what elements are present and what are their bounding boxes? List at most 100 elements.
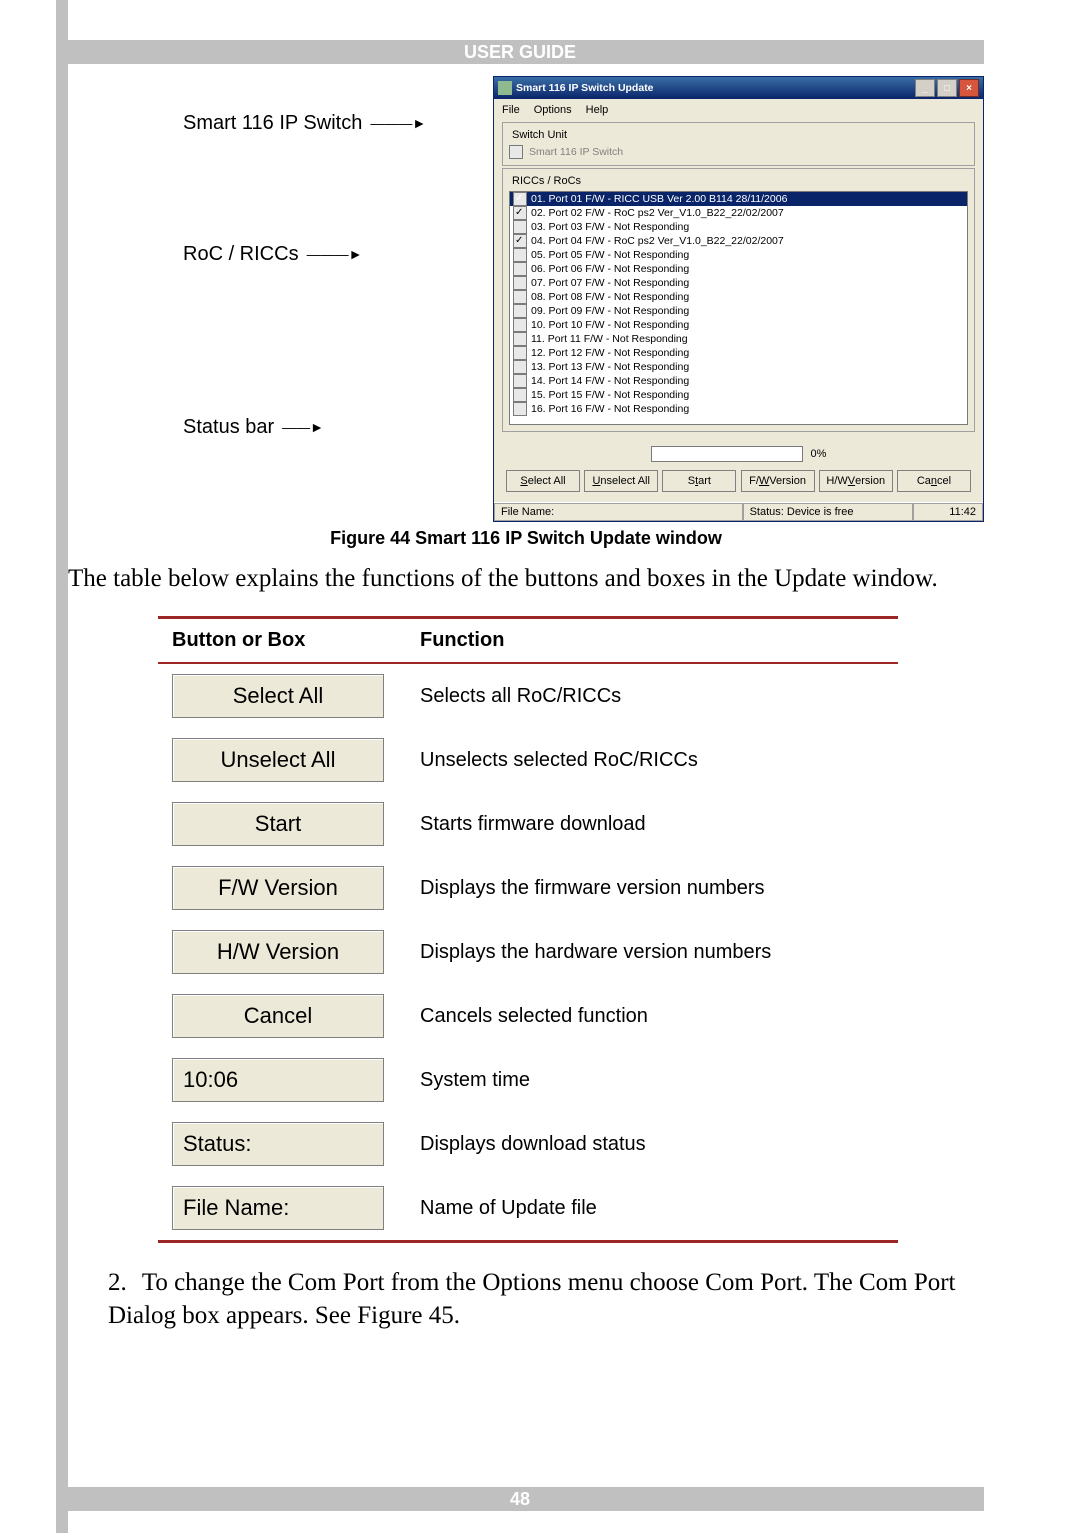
header-title: USER GUIDE (464, 42, 576, 63)
th-button: Button or Box (158, 618, 406, 664)
switch-unit-checkbox[interactable] (509, 145, 523, 159)
faux-button: Start (172, 802, 384, 846)
port-checkbox[interactable] (513, 318, 527, 332)
port-item[interactable]: 13. Port 13 F/W - Not Responding (510, 360, 967, 374)
left-margin-bar (56, 0, 68, 1533)
maximize-button[interactable]: □ (937, 79, 957, 97)
switch-unit-group: Switch Unit Smart 116 IP Switch (502, 122, 975, 166)
function-cell: Name of Update file (406, 1176, 898, 1242)
port-item[interactable]: 03. Port 03 F/W - Not Responding (510, 220, 967, 234)
port-checkbox[interactable] (513, 360, 527, 374)
port-text: 10. Port 10 F/W - Not Responding (531, 318, 689, 332)
port-checkbox[interactable] (513, 234, 527, 248)
menu-help[interactable]: Help (586, 104, 609, 116)
update-window: Smart 116 IP Switch Update _ □ × File Op… (493, 76, 984, 522)
port-item[interactable]: 12. Port 12 F/W - Not Responding (510, 346, 967, 360)
arrow-right-icon: ———► (370, 114, 426, 133)
hw-version-button[interactable]: H/W Version (819, 470, 893, 492)
menubar: File Options Help (502, 102, 975, 120)
progress-text: 0% (811, 448, 827, 460)
step-text: To change the Com Port from the Options … (108, 1269, 956, 1329)
port-listbox[interactable]: 01. Port 01 F/W - RICC USB Ver 2.00 B114… (509, 191, 968, 425)
port-checkbox[interactable] (513, 388, 527, 402)
port-checkbox[interactable] (513, 248, 527, 262)
port-checkbox[interactable] (513, 192, 527, 206)
port-checkbox[interactable] (513, 206, 527, 220)
status-text: Status: Device is free (743, 503, 913, 521)
menu-options[interactable]: Options (534, 104, 572, 116)
function-cell: System time (406, 1048, 898, 1112)
step-number: 2. (108, 1267, 136, 1300)
table-row: Select AllSelects all RoC/RICCs (158, 663, 898, 728)
port-item[interactable]: 10. Port 10 F/W - Not Responding (510, 318, 967, 332)
port-checkbox[interactable] (513, 346, 527, 360)
table-row: F/W VersionDisplays the firmware version… (158, 856, 898, 920)
window-title: Smart 116 IP Switch Update (516, 82, 654, 94)
port-checkbox[interactable] (513, 374, 527, 388)
port-checkbox[interactable] (513, 290, 527, 304)
table-row: H/W Version Displays the hardware version… (158, 920, 898, 984)
table-row: Unselect AllUnselects selected RoC/RICCs (158, 728, 898, 792)
label-smart-switch: Smart 116 IP Switch (183, 110, 362, 137)
port-item[interactable]: 07. Port 07 F/W - Not Responding (510, 276, 967, 290)
faux-button: F/W Version (172, 866, 384, 910)
port-item[interactable]: 06. Port 06 F/W - Not Responding (510, 262, 967, 276)
port-checkbox[interactable] (513, 402, 527, 416)
faux-button: Cancel (172, 994, 384, 1038)
table-row: File Name: Name of Update file (158, 1176, 898, 1242)
port-text: 16. Port 16 F/W - Not Responding (531, 402, 689, 416)
faux-button: H/W Version (172, 930, 384, 974)
explain-paragraph: The table below explains the functions o… (68, 563, 984, 594)
faux-field: File Name: (172, 1186, 384, 1230)
riccs-group: RICCs / RoCs 01. Port 01 F/W - RICC USB … (502, 168, 975, 432)
port-checkbox[interactable] (513, 304, 527, 318)
menu-file[interactable]: File (502, 104, 520, 116)
arrow-right-icon: ———► (307, 245, 363, 264)
port-text: 03. Port 03 F/W - Not Responding (531, 220, 689, 234)
unselect-all-button[interactable]: Unselect All (584, 470, 658, 492)
port-item[interactable]: 08. Port 08 F/W - Not Responding (510, 290, 967, 304)
port-item[interactable]: 02. Port 02 F/W - RoC ps2 Ver_V1.0_B22_2… (510, 206, 967, 220)
table-row: Status:Displays download status (158, 1112, 898, 1176)
table-row: Start Starts firmware download (158, 792, 898, 856)
faux-field: Status: (172, 1122, 384, 1166)
port-text: 13. Port 13 F/W - Not Responding (531, 360, 689, 374)
close-button[interactable]: × (959, 79, 979, 97)
port-item[interactable]: 09. Port 09 F/W - Not Responding (510, 304, 967, 318)
port-checkbox[interactable] (513, 220, 527, 234)
port-checkbox[interactable] (513, 332, 527, 346)
port-item[interactable]: 05. Port 05 F/W - Not Responding (510, 248, 967, 262)
cancel-button[interactable]: Cancel (897, 470, 971, 492)
titlebar[interactable]: Smart 116 IP Switch Update _ □ × (494, 77, 983, 99)
th-function: Function (406, 618, 898, 664)
function-cell: Displays the hardware version numbers (406, 920, 898, 984)
figure-caption: Figure 44 Smart 116 IP Switch Update win… (68, 528, 984, 549)
port-text: 14. Port 14 F/W - Not Responding (531, 374, 689, 388)
port-checkbox[interactable] (513, 262, 527, 276)
port-item[interactable]: 15. Port 15 F/W - Not Responding (510, 388, 967, 402)
function-cell: Selects all RoC/RICCs (406, 663, 898, 728)
port-text: 12. Port 12 F/W - Not Responding (531, 346, 689, 360)
start-button[interactable]: Start (662, 470, 736, 492)
header-bar: USER GUIDE (56, 40, 984, 64)
status-bar: File Name: Status: Device is free 11:42 (494, 502, 983, 521)
port-item[interactable]: 14. Port 14 F/W - Not Responding (510, 374, 967, 388)
function-cell: Starts firmware download (406, 792, 898, 856)
port-item[interactable]: 11. Port 11 F/W - Not Responding (510, 332, 967, 346)
port-text: 07. Port 07 F/W - Not Responding (531, 276, 689, 290)
port-text: 15. Port 15 F/W - Not Responding (531, 388, 689, 402)
footer-bar: 48 (56, 1487, 984, 1511)
port-item[interactable]: 01. Port 01 F/W - RICC USB Ver 2.00 B114… (510, 192, 967, 206)
faux-field: 10:06 (172, 1058, 384, 1102)
port-text: 05. Port 05 F/W - Not Responding (531, 248, 689, 262)
port-item[interactable]: 16. Port 16 F/W - Not Responding (510, 402, 967, 416)
button-function-table: Button or Box Function Select AllSelects… (158, 616, 898, 1243)
port-item[interactable]: 04. Port 04 F/W - RoC ps2 Ver_V1.0_B22_2… (510, 234, 967, 248)
table-row: CancelCancels selected function (158, 984, 898, 1048)
select-all-button[interactable]: Select All (506, 470, 580, 492)
port-checkbox[interactable] (513, 276, 527, 290)
minimize-button[interactable]: _ (915, 79, 935, 97)
fw-version-button[interactable]: F/W Version (741, 470, 815, 492)
port-text: 04. Port 04 F/W - RoC ps2 Ver_V1.0_B22_2… (531, 234, 784, 248)
figure-44: Smart 116 IP Switch ———► RoC / RICCs ———… (68, 76, 984, 522)
